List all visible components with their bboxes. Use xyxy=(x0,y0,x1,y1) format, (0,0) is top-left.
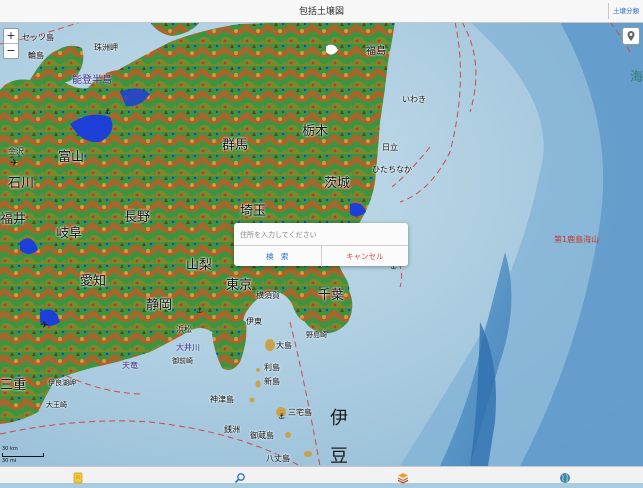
scale-bar: 30 km 30 mi xyxy=(2,446,44,464)
label-izu-1: 伊 xyxy=(330,408,348,429)
label-toshima: 利島 xyxy=(264,363,280,372)
scale-km: 30 km xyxy=(2,446,18,452)
kozushima-island xyxy=(249,397,255,403)
label-ibaraki: 茨城 xyxy=(324,176,351,191)
label-omaezaki: 御前崎 xyxy=(172,357,193,365)
search-button[interactable]: 検 索 xyxy=(234,246,322,267)
label-iragomisaki: 伊良湖岬 xyxy=(48,379,76,387)
label-shuzu: 珠洲岬 xyxy=(94,43,118,52)
port-anchor-icon: ⚓ xyxy=(278,412,286,421)
label-gunma: 群馬 xyxy=(222,138,249,153)
zoom-control: + − xyxy=(3,28,19,59)
label-hitachi: 日立 xyxy=(382,143,398,152)
legend-icon[interactable] xyxy=(72,469,84,484)
label-mikurajima: 御蔵島 xyxy=(250,431,274,440)
label-noto: 能登半島 xyxy=(72,75,112,86)
port-anchor-icon: ⚓ xyxy=(196,306,204,315)
label-hitachinaka: ひたちなか xyxy=(372,165,412,174)
port-anchor-icon: ⚓ xyxy=(104,107,112,116)
label-ishikawa: 石川 xyxy=(8,176,35,191)
toshima-island xyxy=(256,368,260,372)
label-kanazawa: 金沢 xyxy=(8,147,24,156)
label-iwaki: いわき xyxy=(402,95,426,104)
dialog-buttons: 検 索 キャンセル xyxy=(234,245,408,267)
label-shizuoka: 静岡 xyxy=(146,298,173,313)
label-yokosuka: 横須賀 xyxy=(256,291,280,300)
label-aichi: 愛知 xyxy=(80,274,107,289)
label-kozushima: 神津島 xyxy=(210,395,234,404)
label-nojima: 野島崎 xyxy=(306,331,327,339)
label-hachijojima: 八丈島 xyxy=(266,454,290,463)
scale-mi: 30 mi xyxy=(2,458,17,464)
label-tochigi: 栃木 xyxy=(302,124,329,139)
label-daiosaki: 大王崎 xyxy=(46,401,67,409)
soil-classification-button[interactable]: 土壌分類 xyxy=(608,3,643,19)
label-chiba: 千葉 xyxy=(318,288,345,303)
label-daiichi-kashima: 第1鹿島海山 xyxy=(554,235,600,244)
label-saitama: 埼玉 xyxy=(240,204,267,219)
bottom-toolbar xyxy=(0,466,643,484)
search-icon[interactable] xyxy=(234,469,246,484)
label-gifu: 岐阜 xyxy=(56,226,83,241)
label-niijima: 新島 xyxy=(264,377,280,386)
address-search-dialog: 検 索 キャンセル xyxy=(234,223,408,267)
cancel-button[interactable]: キャンセル xyxy=(322,246,409,267)
label-wajima: 輪島 xyxy=(28,51,44,60)
airport-icon: ✈ xyxy=(40,320,49,331)
label-right-edge: 海 xyxy=(630,70,643,85)
top-bar: 包括土壌図 土壌分類 xyxy=(0,0,643,23)
label-miyakejima: 三宅島 xyxy=(288,408,312,417)
oshima-island xyxy=(265,339,275,351)
label-tokyo: 東京 xyxy=(226,278,253,293)
label-zenisu: 銭洲 xyxy=(224,425,240,434)
address-input[interactable] xyxy=(240,229,402,241)
label-oshima: 大島 xyxy=(276,341,292,350)
zoom-in-button[interactable]: + xyxy=(4,29,18,43)
label-fukushima: 福島 xyxy=(366,46,386,57)
label-toyama: 富山 xyxy=(58,150,85,165)
label-oigawa: 大井川 xyxy=(176,343,200,352)
globe-icon[interactable] xyxy=(559,469,571,483)
mikurajima-island xyxy=(285,432,291,438)
hachijojima-island xyxy=(304,451,312,457)
label-ito: 伊東 xyxy=(246,317,262,326)
label-mie: 三重 xyxy=(0,378,27,393)
zoom-out-button[interactable]: − xyxy=(4,43,18,58)
location-pin-icon[interactable] xyxy=(622,27,640,45)
label-nagano: 長野 xyxy=(124,210,151,225)
label-izu-2: 豆 xyxy=(330,446,348,466)
niijima-island xyxy=(255,380,261,388)
label-mito: セッツ島 xyxy=(22,33,54,42)
label-yamanashi: 山梨 xyxy=(186,258,213,273)
label-hamamatsu: 浜松 xyxy=(176,325,192,334)
page-title: 包括土壌図 xyxy=(298,7,344,17)
airport-icon: ✈ xyxy=(10,158,19,169)
layers-icon[interactable] xyxy=(397,469,409,484)
label-tenryu: 天竜 xyxy=(122,361,138,370)
label-fukui: 福井 xyxy=(0,212,27,227)
